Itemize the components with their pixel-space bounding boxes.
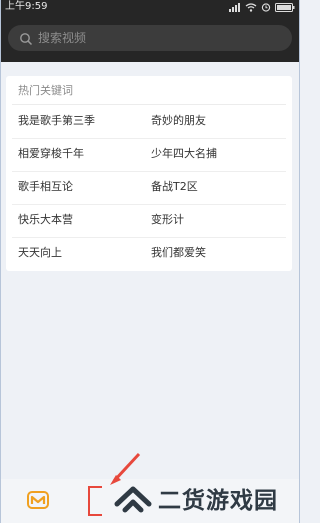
keyword-item[interactable]: 备战T2区: [151, 180, 198, 194]
keyword-item[interactable]: 少年四大名捕: [151, 147, 217, 161]
keyword-row: 快乐大本营 变形计: [12, 204, 286, 238]
signal-icon: [229, 2, 241, 12]
watermark-text: 二货游戏园: [158, 488, 278, 514]
status-bar: 上午9:59: [1, 0, 299, 14]
keyword-row: 天天向上 我们都爱笑: [12, 237, 286, 270]
keyword-item[interactable]: 快乐大本营: [18, 213, 73, 227]
search-box[interactable]: [8, 25, 292, 51]
keyword-item[interactable]: 变形计: [151, 213, 184, 227]
app-logo-icon[interactable]: [27, 489, 49, 511]
frame-left-border: [0, 0, 1, 523]
watermark-logo-icon: [112, 484, 154, 520]
alarm-icon: [261, 2, 271, 12]
search-header: [1, 14, 299, 62]
wifi-icon: [245, 2, 257, 12]
search-icon: [19, 31, 33, 46]
search-input[interactable]: [38, 25, 280, 51]
frame-right-border: [299, 0, 300, 523]
status-time: 上午9:59: [5, 1, 48, 12]
watermark: 二货游戏园: [112, 484, 292, 518]
battery-icon: [275, 2, 295, 12]
keyword-item[interactable]: 奇妙的朋友: [151, 114, 206, 128]
keyword-row: 歌手相互论 备战T2区: [12, 171, 286, 205]
hot-keywords-card: 热门关键词 我是歌手第三季 奇妙的朋友 相爱穿梭千年 少年四大名捕 歌手相互论 …: [6, 76, 292, 271]
keyword-row: 我是歌手第三季 奇妙的朋友: [12, 105, 286, 139]
keyword-item[interactable]: 我是歌手第三季: [18, 114, 95, 128]
status-icons: [229, 1, 295, 13]
keyword-item[interactable]: 相爱穿梭千年: [18, 147, 84, 161]
keyword-item[interactable]: 天天向上: [18, 246, 62, 260]
hot-keywords-title: 热门关键词: [18, 84, 73, 97]
keyword-item[interactable]: 我们都爱笑: [151, 246, 206, 260]
keyword-row: 相爱穿梭千年 少年四大名捕: [12, 138, 286, 172]
highlight-box: [88, 486, 102, 516]
keyword-item[interactable]: 歌手相互论: [18, 180, 73, 194]
